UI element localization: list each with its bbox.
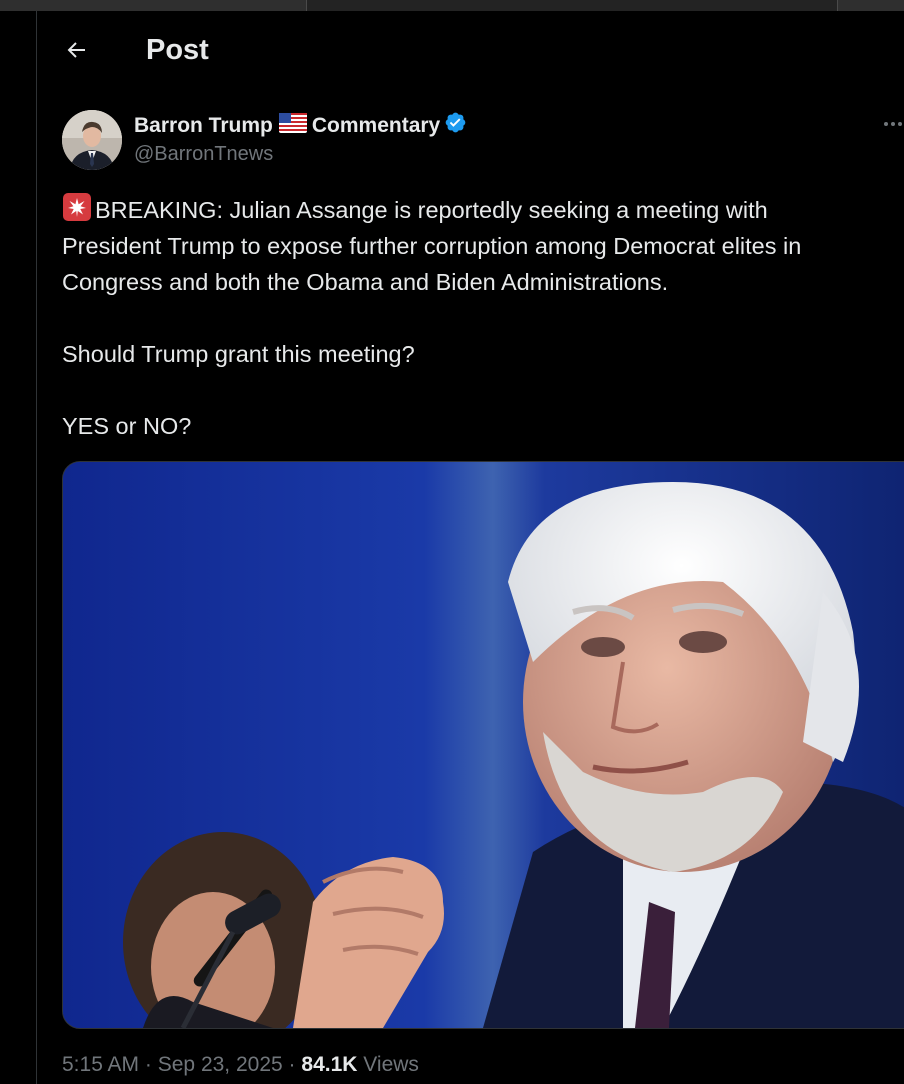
tweet-line: President Trump to expose further corrup… [62,233,802,259]
browser-tab[interactable] [0,0,307,11]
author-name-first: Barron Trump [134,114,273,137]
us-flag-icon [278,112,307,140]
avatar[interactable] [62,110,122,170]
meta-separator: · [288,1053,296,1076]
tweet-text: BREAKING: Julian Assange is reportedly s… [62,192,902,444]
more-options-icon [884,122,902,126]
browser-tab-strip [0,0,904,11]
views-label: Views [363,1053,419,1076]
post-meta: 5:15 AM · Sep 23, 2025 · 84.1K Views [62,1050,419,1080]
tweet-line: YES or NO? [62,413,192,439]
tweet-image[interactable] [62,461,904,1029]
browser-tab[interactable] [307,0,838,11]
page-title: Post [146,34,209,66]
app-window: Post Barron Trump Commentary @BarronTnew… [0,0,904,1084]
meta-separator: · [144,1053,152,1076]
author-name-second: Commentary [311,114,441,137]
post-time[interactable]: 5:15 AM [62,1053,139,1076]
rotating-light-icon [62,192,92,222]
verified-badge-icon[interactable] [444,111,467,141]
photo-image [63,462,904,1028]
browser-tab[interactable] [838,0,904,11]
tweet-line: Should Trump grant this meeting? [62,341,415,367]
post-header: Post [37,11,904,91]
author-handle[interactable]: @BarronTnews [134,141,273,167]
author-name[interactable]: Barron Trump Commentary [134,111,467,141]
arrow-left-icon [67,42,85,58]
views-count[interactable]: 84.1K [301,1053,357,1076]
column-divider [36,11,37,1084]
tweet-line: BREAKING: Julian Assange is reportedly s… [62,192,902,228]
post-date[interactable]: Sep 23, 2025 [158,1053,283,1076]
tweet-line: Congress and both the Obama and Biden Ad… [62,269,669,295]
back-button[interactable] [59,33,93,67]
more-options-button[interactable] [880,114,904,134]
